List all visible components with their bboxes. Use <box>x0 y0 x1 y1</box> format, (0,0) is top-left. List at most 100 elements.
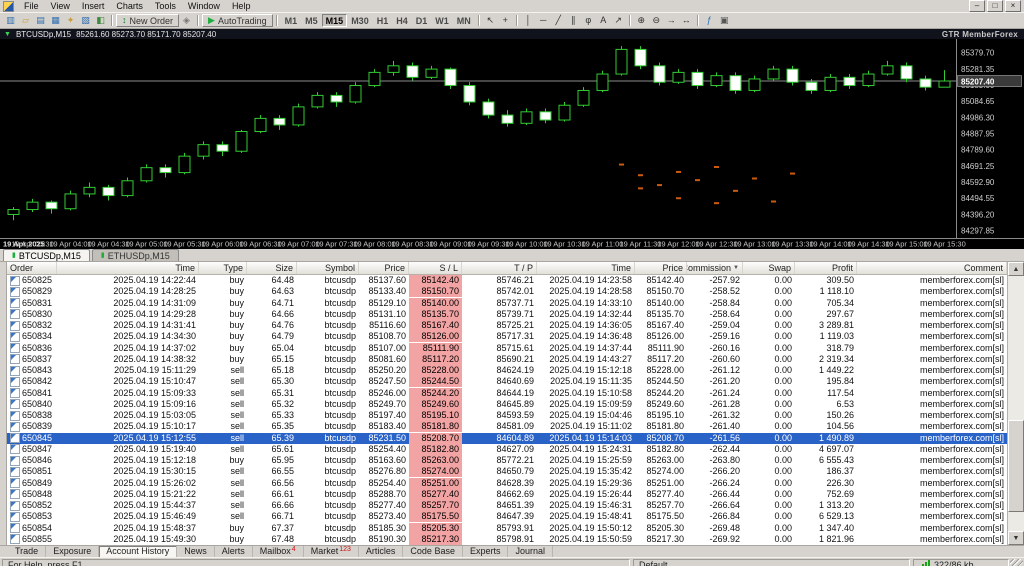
history-row[interactable]: 6508362025.04.19 14:37:02buy65.04btcusdp… <box>7 343 1007 354</box>
history-row[interactable]: 6508472025.04.19 15:19:40sell65.61btcusd… <box>7 444 1007 455</box>
history-row[interactable]: 6508382025.04.19 15:03:05sell65.33btcusd… <box>7 410 1007 421</box>
history-row[interactable]: 6508422025.04.19 15:10:47sell65.30btcusd… <box>7 376 1007 387</box>
menu-file[interactable]: File <box>18 0 45 12</box>
channel-icon[interactable]: ∥ <box>566 14 581 27</box>
history-row[interactable]: 6508482025.04.19 15:21:22sell66.61btcusd… <box>7 489 1007 500</box>
scroll-up-icon[interactable]: ▲ <box>1008 262 1024 276</box>
autoscroll-icon[interactable]: → <box>664 14 679 27</box>
timeframe-w1-button[interactable]: W1 <box>431 14 453 27</box>
column-header-sl[interactable]: S / L <box>409 262 462 274</box>
terminal-icon[interactable]: ▧ <box>78 14 93 27</box>
history-row[interactable]: 6508512025.04.19 15:30:15sell66.55btcusd… <box>7 466 1007 477</box>
column-header-tp[interactable]: T / P <box>462 262 537 274</box>
market-watch-icon[interactable]: ▤ <box>33 14 48 27</box>
menu-window[interactable]: Window <box>182 0 226 12</box>
zoom-in-icon[interactable]: ⊕ <box>634 14 649 27</box>
column-header-commission[interactable]: Commission▼ <box>687 262 743 274</box>
zoom-out-icon[interactable]: ⊖ <box>649 14 664 27</box>
text-tool-icon[interactable]: A <box>596 14 611 27</box>
vertical-line-icon[interactable]: │ <box>521 14 536 27</box>
history-row[interactable]: 6508312025.04.19 14:31:09buy64.71btcusdp… <box>7 298 1007 309</box>
autotrading-button[interactable]: ▶AutoTrading <box>202 14 273 27</box>
terminal-tab-alerts[interactable]: Alerts <box>215 546 253 557</box>
arrow-tool-icon[interactable]: ↗ <box>611 14 626 27</box>
terminal-tab-journal[interactable]: Journal <box>508 546 553 557</box>
terminal-tab-account-history[interactable]: Account History <box>99 546 177 557</box>
history-row[interactable]: 6508342025.04.19 14:34:30buy64.79btcusdp… <box>7 331 1007 342</box>
templates-icon[interactable]: ▣ <box>717 14 732 27</box>
strategy-tester-icon[interactable]: ◧ <box>93 14 108 27</box>
history-row[interactable]: 6508372025.04.19 14:38:32buy65.15btcusdp… <box>7 354 1007 365</box>
history-row[interactable]: 6508302025.04.19 14:29:28buy64.66btcusdp… <box>7 309 1007 320</box>
column-header-swap[interactable]: Swap <box>743 262 795 274</box>
column-header-comment[interactable]: Comment <box>857 262 1007 274</box>
minimize-button[interactable]: – <box>969 0 985 12</box>
metaeditor-icon[interactable]: ◈ <box>179 14 194 27</box>
timeframe-h1-button[interactable]: H1 <box>373 14 393 27</box>
new-order-button[interactable]: ↕New Order <box>116 14 179 27</box>
terminal-tab-news[interactable]: News <box>177 546 215 557</box>
terminal-tab-exposure[interactable]: Exposure <box>46 546 99 557</box>
new-chart-icon[interactable]: ▥ <box>3 14 18 27</box>
history-row[interactable]: 6508492025.04.19 15:26:02sell66.56btcusd… <box>7 478 1007 489</box>
scroll-down-icon[interactable]: ▼ <box>1008 531 1024 545</box>
timeframe-m1-button[interactable]: M1 <box>281 14 302 27</box>
column-header-symbol[interactable]: Symbol <box>297 262 359 274</box>
history-row[interactable]: 6508432025.04.19 15:11:29sell65.18btcusd… <box>7 365 1007 376</box>
history-row[interactable]: 6508322025.04.19 14:31:41buy64.76btcusdp… <box>7 320 1007 331</box>
timeframe-m30-button[interactable]: M30 <box>347 14 373 27</box>
terminal-tab-trade[interactable]: Trade <box>8 546 46 557</box>
chart-shift-icon[interactable]: ↔ <box>679 14 694 27</box>
terminal-tab-mailbox[interactable]: Mailbox4 <box>253 546 304 557</box>
terminal-tab-articles[interactable]: Articles <box>359 546 404 557</box>
history-row[interactable]: 6508292025.04.19 14:28:25buy64.63btcusdp… <box>7 286 1007 297</box>
horizontal-line-icon[interactable]: ─ <box>536 14 551 27</box>
column-header-profit[interactable]: Profit <box>795 262 857 274</box>
history-row[interactable]: 6508402025.04.19 15:09:16sell65.32btcusd… <box>7 399 1007 410</box>
timeframe-m5-button[interactable]: M5 <box>301 14 322 27</box>
menu-view[interactable]: View <box>45 0 76 12</box>
panel-grip[interactable] <box>0 262 7 545</box>
history-row[interactable]: 6508522025.04.19 15:44:37sell66.66btcusd… <box>7 500 1007 511</box>
menu-help[interactable]: Help <box>226 0 257 12</box>
menu-charts[interactable]: Charts <box>110 0 149 12</box>
restore-button[interactable]: □ <box>987 0 1003 12</box>
history-row[interactable]: 6508532025.04.19 15:46:49sell66.71btcusd… <box>7 511 1007 522</box>
trendline-icon[interactable]: ╱ <box>551 14 566 27</box>
indicators-icon[interactable]: ƒ <box>702 14 717 27</box>
menu-insert[interactable]: Insert <box>76 0 111 12</box>
chart-tab-ethusdp-m15[interactable]: ▮ETHUSDp,M15 <box>92 249 179 261</box>
status-profile[interactable]: Default <box>633 559 910 566</box>
column-header-type[interactable]: Type <box>199 262 247 274</box>
timeframe-m15-button[interactable]: M15 <box>322 14 348 27</box>
history-row[interactable]: 6508252025.04.19 14:22:44buy64.48btcusdp… <box>7 275 1007 286</box>
chart-tab-btcusdp-m15[interactable]: ▮BTCUSDp,M15 <box>3 249 90 261</box>
profiles-icon[interactable]: ▱ <box>18 14 33 27</box>
column-header-price2[interactable]: Price <box>635 262 687 274</box>
column-header-time1[interactable]: Time <box>57 262 199 274</box>
timeframe-h4-button[interactable]: H4 <box>392 14 412 27</box>
menu-tools[interactable]: Tools <box>149 0 182 12</box>
history-scrollbar[interactable]: ▲ ▼ <box>1007 262 1024 545</box>
column-header-price1[interactable]: Price <box>359 262 409 274</box>
timeframe-mn-button[interactable]: MN <box>453 14 475 27</box>
column-header-size[interactable]: Size <box>247 262 297 274</box>
terminal-tab-market[interactable]: Market123 <box>304 546 359 557</box>
history-row[interactable]: 6508462025.04.19 15:12:18buy65.95btcusdp… <box>7 455 1007 466</box>
close-button[interactable]: × <box>1005 0 1021 12</box>
column-header-order[interactable]: Order <box>7 262 57 274</box>
history-row[interactable]: 6508452025.04.19 15:12:55sell65.39btcusd… <box>7 433 1007 444</box>
history-row[interactable]: 6508552025.04.19 15:49:30buy67.48btcusdp… <box>7 534 1007 545</box>
history-row[interactable]: 6508412025.04.19 15:09:33sell65.31btcusd… <box>7 388 1007 399</box>
terminal-tab-experts[interactable]: Experts <box>463 546 509 557</box>
history-row[interactable]: 6508542025.04.19 15:48:37buy67.37btcusdp… <box>7 523 1007 534</box>
history-row[interactable]: 6508392025.04.19 15:10:17sell65.35btcusd… <box>7 421 1007 432</box>
price-chart[interactable]: 85379.7085281.3585183.0085084.6584986.30… <box>0 39 1024 249</box>
crosshair-icon[interactable]: + <box>498 14 513 27</box>
timeframe-d1-button[interactable]: D1 <box>412 14 432 27</box>
cursor-icon[interactable]: ↖ <box>483 14 498 27</box>
scrollbar-thumb[interactable] <box>1008 420 1024 512</box>
resize-grip[interactable] <box>1010 559 1023 566</box>
data-window-icon[interactable]: ▦ <box>48 14 63 27</box>
column-header-time2[interactable]: Time <box>537 262 635 274</box>
